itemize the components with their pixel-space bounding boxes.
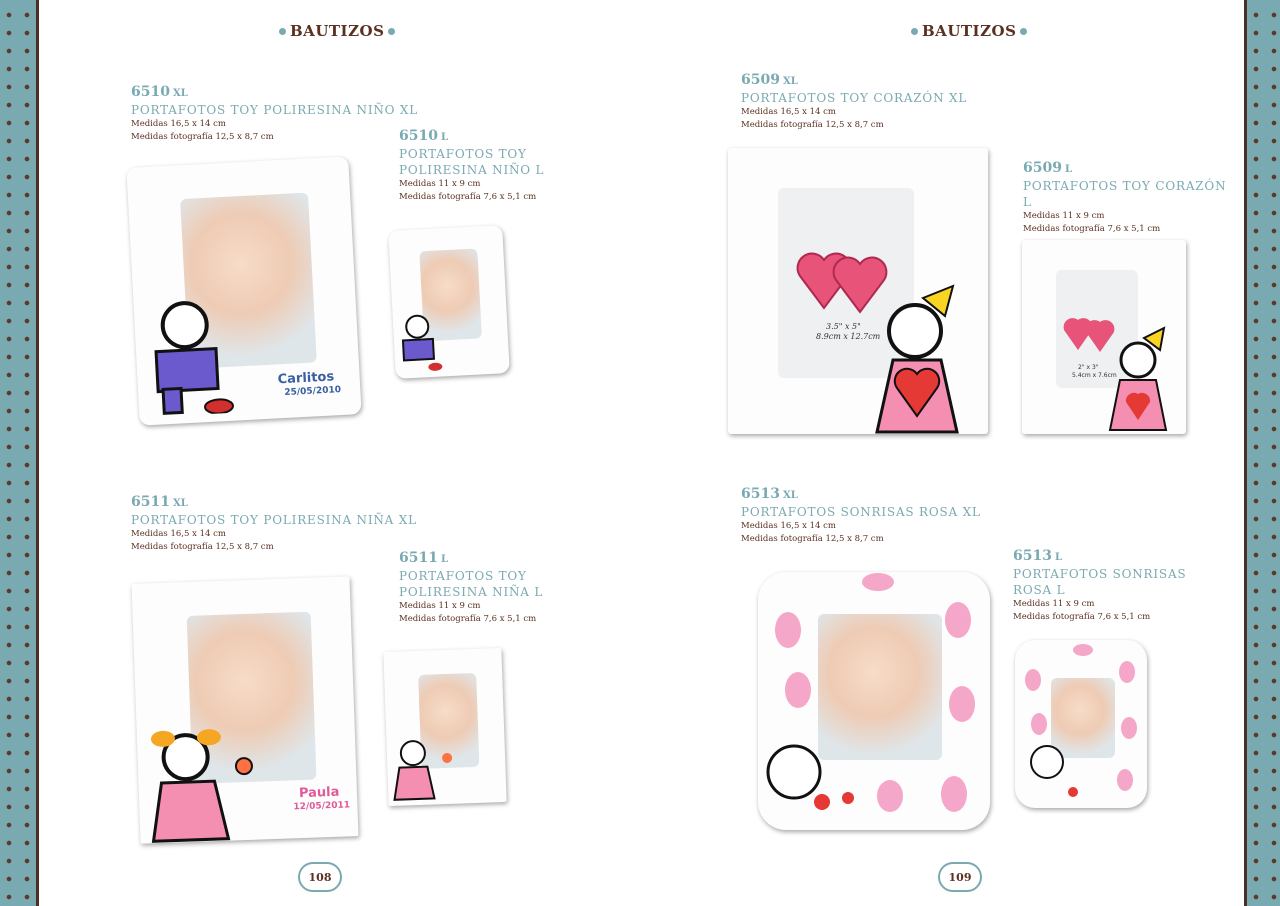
- header-dot-icon: [1020, 27, 1028, 35]
- product-6510-l: 6510 L PORTAFOTOS TOY POLIRESINA NIÑO L M…: [399, 128, 599, 204]
- product-name: PORTAFOTOS SONRISAS ROSA L: [1013, 567, 1187, 597]
- frame-name-caption: Carlitos: [277, 369, 335, 388]
- product-measure: Medidas 16,5 x 14 cm: [741, 107, 836, 117]
- product-photo-measure: Medidas fotografía 12,5 x 8,7 cm: [741, 120, 884, 130]
- product-photo-measure: Medidas fotografía 7,6 x 5,1 cm: [399, 192, 537, 202]
- boy-figure-icon: [154, 301, 234, 415]
- product-name: PORTAFOTOS SONRISAS ROSA XL: [741, 505, 981, 519]
- product-measure: Medidas 16,5 x 14 cm: [741, 521, 836, 531]
- product-code: 6510 L: [399, 128, 448, 144]
- product-measure: Medidas 11 x 9 cm: [399, 601, 481, 611]
- product-name: PORTAFOTOS TOY POLIRESINA NIÑO XL: [131, 103, 419, 117]
- frame-6513-l-image: [1015, 640, 1147, 808]
- product-6509-xl: 6509 XL PORTAFOTOS TOY CORAZÓN XL Medidas…: [741, 72, 967, 132]
- product-6511-xl: 6511 XL PORTAFOTOS TOY POLIRESINA NIÑA XL…: [131, 494, 417, 554]
- product-measure: Medidas 16,5 x 14 cm: [131, 119, 226, 129]
- frame-date-caption: 12/05/2011: [293, 800, 351, 813]
- header-dot-icon: [911, 27, 918, 35]
- product-measure: Medidas 11 x 9 cm: [1023, 211, 1105, 221]
- frame-name-caption: Paula: [298, 784, 340, 802]
- product-6510-xl: 6510 XL PORTAFOTOS TOY POLIRESINA NIÑO XL…: [131, 84, 418, 144]
- product-code: 6509 L: [1023, 160, 1072, 176]
- frame-6511-xl-image: Paula 12/05/2011: [131, 576, 359, 844]
- frame-6510-xl-image: Carlitos 25/05/2010: [126, 156, 362, 426]
- product-measure: Medidas 16,5 x 14 cm: [131, 529, 226, 539]
- girl-figure-icon: [393, 740, 453, 801]
- product-6509-l: 6509 L PORTAFOTOS TOY CORAZÓN L Medidas 1…: [1023, 160, 1228, 236]
- product-photo-measure: Medidas fotografía 12,5 x 8,7 cm: [131, 542, 274, 552]
- right-page-header: BAUTIZOS: [911, 22, 1028, 40]
- product-name: PORTAFOTOS TOY POLIRESINA NIÑO L: [399, 147, 545, 177]
- product-measure: Medidas 11 x 9 cm: [399, 179, 481, 189]
- product-code: 6511 L: [399, 550, 448, 566]
- left-dotted-border: [0, 0, 39, 906]
- girl-figure-icon: [150, 729, 253, 843]
- left-page-header: BAUTIZOS: [279, 22, 396, 40]
- product-photo-measure: Medidas fotografía 7,6 x 5,1 cm: [1013, 612, 1151, 622]
- product-code: 6513 L: [1013, 548, 1062, 564]
- pink-spots-icon: [766, 573, 975, 812]
- frame-6510-l-image: [388, 225, 510, 379]
- product-code: 6510 XL: [131, 84, 188, 100]
- left-page-number: 108: [298, 862, 342, 892]
- product-6513-l: 6513 L PORTAFOTOS SONRISAS ROSA L Medidas…: [1013, 548, 1228, 624]
- product-name: PORTAFOTOS TOY CORAZÓN L: [1023, 179, 1227, 209]
- right-page-number: 109: [938, 862, 982, 892]
- product-code: 6509 XL: [741, 72, 798, 88]
- pink-spots-icon: [1025, 644, 1137, 797]
- product-photo-measure: Medidas fotografía 7,6 x 5,1 cm: [1023, 224, 1161, 234]
- girl-heart-figure-icon: [1108, 326, 1168, 431]
- product-photo-measure: Medidas fotografía 12,5 x 8,7 cm: [131, 132, 274, 142]
- frame-6511-l-image: [383, 647, 507, 807]
- frame-6509-xl-image: 3.5" x 5" 8.9cm x 12.7cm: [728, 148, 988, 434]
- header-dot-icon: [388, 27, 396, 35]
- frame-6509-l-image: 2" x 3" 5.4cm x 7.6cm: [1022, 240, 1186, 434]
- product-photo-measure: Medidas fotografía 7,6 x 5,1 cm: [399, 614, 537, 624]
- header-dot-icon: [279, 27, 286, 35]
- girl-heart-figure-icon: [875, 284, 959, 434]
- product-6511-l: 6511 L PORTAFOTOS TOY POLIRESINA NIÑA L M…: [399, 550, 599, 626]
- product-name: PORTAFOTOS TOY CORAZÓN XL: [741, 91, 968, 105]
- product-code: 6513 XL: [741, 486, 798, 502]
- product-name: PORTAFOTOS TOY POLIRESINA NIÑA L: [399, 569, 544, 599]
- product-measure: Medidas 11 x 9 cm: [1013, 599, 1095, 609]
- product-6513-xl: 6513 XL PORTAFOTOS SONRISAS ROSA XL Medid…: [741, 486, 981, 546]
- right-header-title: BAUTIZOS: [922, 22, 1017, 40]
- frame-6513-xl-image: [758, 572, 990, 830]
- product-name: PORTAFOTOS TOY POLIRESINA NIÑA XL: [131, 513, 417, 527]
- boy-figure-icon: [401, 314, 443, 371]
- product-photo-measure: Medidas fotografía 12,5 x 8,7 cm: [741, 534, 884, 544]
- left-header-title: BAUTIZOS: [290, 22, 385, 40]
- right-dotted-border: [1244, 0, 1280, 906]
- product-code: 6511 XL: [131, 494, 188, 510]
- frame-date-caption: 25/05/2010: [284, 385, 342, 399]
